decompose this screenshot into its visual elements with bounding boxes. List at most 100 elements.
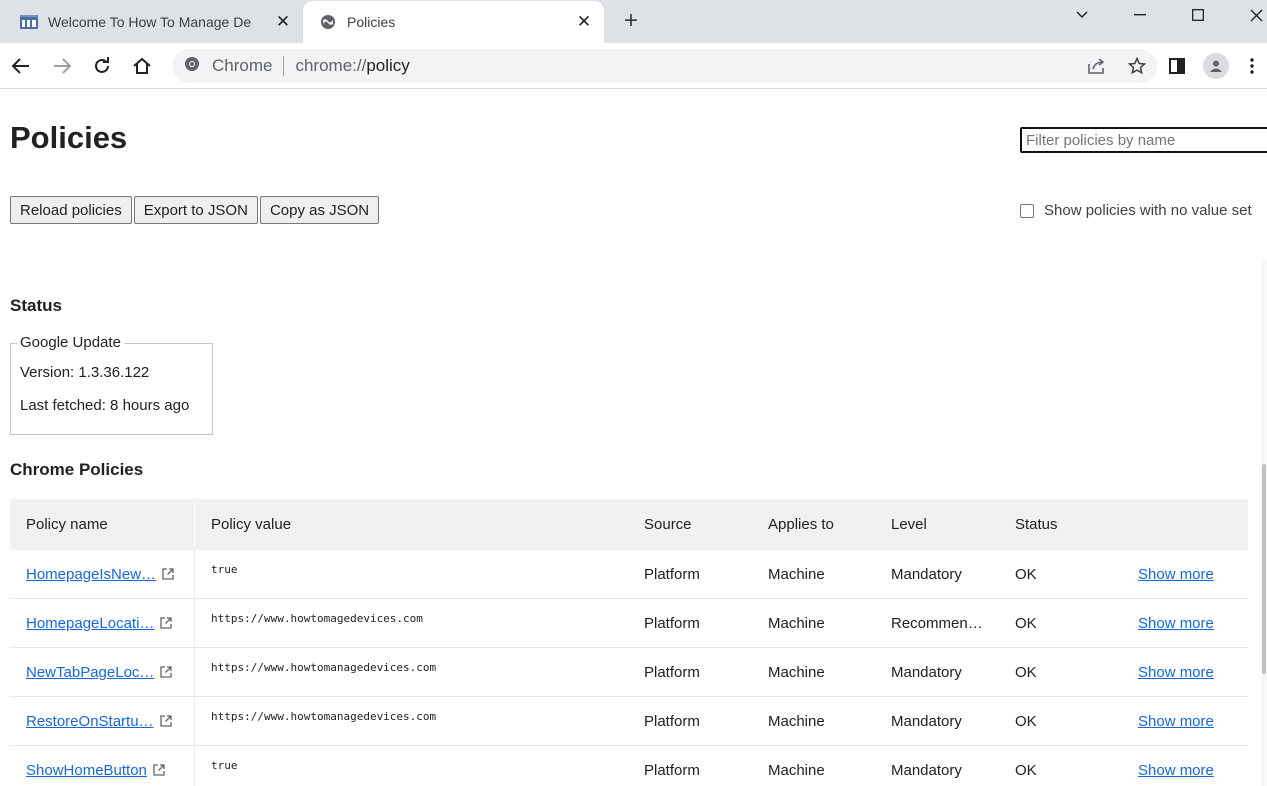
more-menu-icon[interactable] — [1242, 51, 1262, 81]
policy-status: OK — [1015, 614, 1037, 632]
policy-status: OK — [1015, 663, 1037, 681]
reload-policies-button[interactable]: Reload policies — [10, 196, 132, 224]
table-row: RestoreOnStartu… https://www.howtomanage… — [10, 697, 1248, 746]
policy-name-cell: RestoreOnStartu… — [26, 697, 172, 745]
policy-actions: Reload policies Export to JSON Copy as J… — [10, 196, 381, 224]
address-bar[interactable]: Chrome chrome://policy — [172, 49, 1157, 83]
show-more-cell: Show more — [1138, 599, 1214, 647]
tab-search-icon[interactable] — [1059, 0, 1105, 30]
scrollbar-thumb[interactable] — [1262, 464, 1266, 674]
status-box: Google Update Version: 1.3.36.122 Last f… — [10, 334, 213, 435]
column-divider — [194, 697, 195, 746]
policy-value: https://www.howtomagedevices.com — [211, 611, 423, 625]
policy-applies-to: Machine — [768, 614, 825, 632]
forward-arrow-icon[interactable] — [47, 51, 77, 81]
policy-value: true — [211, 758, 238, 772]
show-more-cell: Show more — [1138, 648, 1214, 696]
status-heading: Status — [10, 296, 62, 315]
side-panel-icon[interactable] — [1162, 51, 1192, 81]
external-link-icon[interactable] — [153, 764, 165, 776]
column-divider — [194, 599, 195, 648]
policy-status: OK — [1015, 565, 1037, 583]
header-level: Level — [891, 516, 927, 533]
chrome-policies-heading: Chrome Policies — [10, 460, 144, 479]
profile-avatar[interactable] — [1201, 51, 1231, 81]
close-window-icon[interactable] — [1233, 0, 1267, 30]
reload-icon[interactable] — [87, 51, 117, 81]
tab-welcome[interactable]: Welcome To How To Manage De ✕ — [8, 0, 303, 43]
show-more-link[interactable]: Show more — [1138, 664, 1214, 681]
policy-name-cell: HomepageLocati… — [26, 599, 173, 647]
show-more-link[interactable]: Show more — [1138, 566, 1214, 583]
policy-source: Platform — [644, 663, 700, 681]
external-link-icon[interactable] — [160, 617, 173, 629]
policy-name-cell: HomepageIsNew… — [26, 550, 174, 598]
omnibox-actions — [1077, 49, 1157, 83]
chrome-icon — [184, 56, 200, 77]
close-tab-icon[interactable]: ✕ — [574, 12, 594, 32]
home-icon[interactable] — [127, 51, 157, 81]
show-more-cell: Show more — [1138, 550, 1214, 598]
show-more-link[interactable]: Show more — [1138, 762, 1214, 779]
policy-name-link[interactable]: HomepageIsNew… — [26, 566, 156, 583]
table-row: NewTabPageLoc… https://www.howtomanagede… — [10, 648, 1248, 697]
policy-status: OK — [1015, 712, 1037, 730]
policy-status: OK — [1015, 761, 1037, 779]
copy-json-button[interactable]: Copy as JSON — [259, 196, 380, 224]
show-no-value-toggle[interactable]: Show policies with no value set — [1020, 202, 1252, 219]
tab-title: Welcome To How To Manage De — [48, 13, 252, 30]
table-row: ShowHomeButton true Platform Machine Man… — [10, 746, 1248, 786]
table-header: Policy name Policy value Source Applies … — [10, 499, 1248, 550]
policy-source: Platform — [644, 761, 700, 779]
tab-policies[interactable]: Policies ✕ — [303, 1, 604, 43]
policy-source: Platform — [644, 614, 700, 632]
column-divider — [194, 499, 195, 550]
external-link-icon[interactable] — [160, 666, 173, 678]
policy-source: Platform — [644, 712, 700, 730]
external-link-icon[interactable] — [162, 568, 174, 580]
policy-name-cell: ShowHomeButton — [26, 746, 165, 786]
status-box-title: Google Update — [17, 334, 124, 351]
policy-name-link[interactable]: NewTabPageLoc… — [26, 664, 154, 681]
show-more-link[interactable]: Show more — [1138, 713, 1214, 730]
bookmark-star-icon[interactable] — [1117, 49, 1157, 83]
back-arrow-icon[interactable] — [6, 51, 36, 81]
globe-icon — [319, 13, 337, 31]
policy-name-link[interactable]: ShowHomeButton — [26, 762, 147, 779]
policy-level: Mandatory — [891, 565, 962, 583]
column-divider — [194, 550, 195, 599]
browser-toolbar: Chrome chrome://policy — [0, 43, 1267, 89]
page-scrollbar[interactable] — [1261, 259, 1267, 786]
site-chip[interactable]: Chrome — [172, 56, 272, 77]
policy-value: true — [211, 562, 238, 576]
header-policy-name: Policy name — [26, 516, 108, 533]
external-link-icon[interactable] — [159, 715, 172, 727]
share-icon[interactable] — [1077, 49, 1117, 83]
table-row: HomepageIsNew… true Platform Machine Man… — [10, 550, 1248, 599]
policy-level: Recommen… — [891, 614, 983, 632]
policy-name-cell: NewTabPageLoc… — [26, 648, 173, 696]
table-body: HomepageIsNew… true Platform Machine Man… — [10, 550, 1248, 786]
new-tab-button[interactable]: + — [620, 7, 642, 34]
maximize-icon[interactable] — [1175, 0, 1221, 30]
table-row: HomepageLocati… https://www.howtomagedev… — [10, 599, 1248, 648]
header-status: Status — [1015, 516, 1058, 533]
show-no-value-checkbox[interactable] — [1020, 203, 1034, 218]
header-policy-value: Policy value — [211, 516, 292, 533]
column-divider — [194, 746, 195, 786]
close-tab-icon[interactable]: ✕ — [273, 12, 293, 32]
show-more-cell: Show more — [1138, 746, 1214, 786]
policy-name-link[interactable]: RestoreOnStartu… — [26, 713, 154, 730]
show-more-link[interactable]: Show more — [1138, 615, 1214, 632]
status-version: Version: 1.3.36.122 — [20, 364, 150, 381]
tab-strip: Welcome To How To Manage De ✕ Policies ✕… — [0, 0, 1267, 43]
status-last-fetched: Last fetched: 8 hours ago — [20, 397, 190, 414]
policy-applies-to: Machine — [768, 712, 825, 730]
tab-title: Policies — [347, 14, 396, 30]
header-source: Source — [644, 516, 692, 533]
minimize-icon[interactable] — [1117, 0, 1163, 30]
export-json-button[interactable]: Export to JSON — [133, 196, 258, 224]
policy-name-link[interactable]: HomepageLocati… — [26, 615, 154, 632]
url-scheme: chrome:// — [295, 56, 367, 75]
filter-policies-input[interactable] — [1020, 127, 1267, 153]
